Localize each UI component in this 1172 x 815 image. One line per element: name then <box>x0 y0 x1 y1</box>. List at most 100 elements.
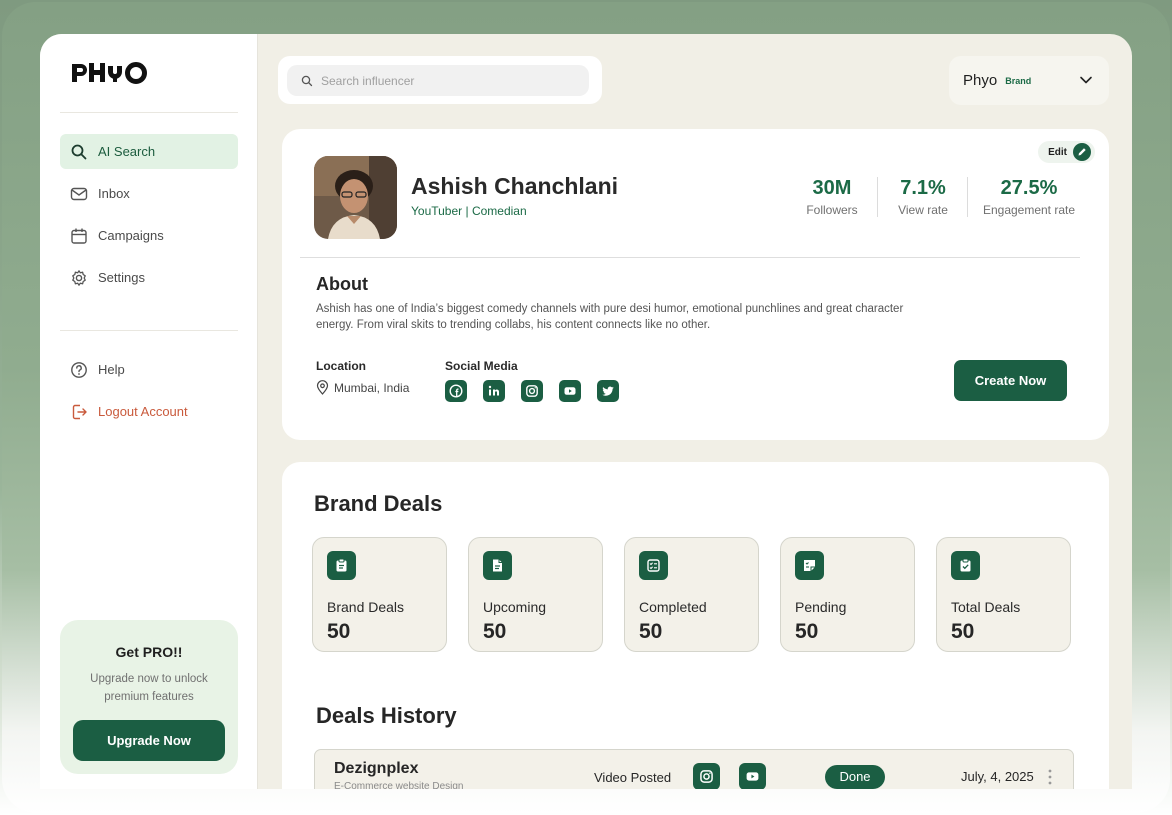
clipboard-check-icon <box>951 551 980 580</box>
instagram-icon[interactable] <box>521 380 543 402</box>
account-role: Brand <box>1005 75 1032 86</box>
chevron-down-icon <box>1080 76 1092 84</box>
about-heading: About <box>316 274 368 294</box>
sidebar: AI Search Inbox Campaigns Settings Help … <box>40 34 258 789</box>
stat-followers: 30M Followers <box>804 177 860 217</box>
help-icon <box>71 361 87 378</box>
location-pin-icon <box>316 380 329 395</box>
social-links <box>445 380 619 402</box>
logout-icon <box>72 404 87 419</box>
deal-label: Upcoming <box>483 599 547 615</box>
sidebar-item-inbox[interactable]: Inbox <box>60 176 238 211</box>
youtube-icon[interactable] <box>739 763 766 789</box>
promo-description: Upgrade now to unlock premium features <box>90 673 208 703</box>
deal-value: 50 <box>483 620 507 643</box>
account-switcher[interactable]: Phyo Brand <box>949 56 1109 105</box>
sidebar-item-settings[interactable]: Settings <box>60 260 238 295</box>
checklist-icon <box>639 551 668 580</box>
sidebar-divider-bottom <box>60 330 238 331</box>
influencer-profile-card: Edit Ashish Chanchlani YouTuber | Comedi… <box>282 129 1109 440</box>
stat-separator <box>877 177 878 217</box>
location-value-group: Mumbai, India <box>316 380 409 395</box>
stat-separator <box>967 177 968 217</box>
location-value: Mumbai, India <box>334 380 410 395</box>
sidebar-divider-top <box>60 112 238 113</box>
sidebar-item-help[interactable]: Help <box>60 352 238 387</box>
search-bar[interactable] <box>287 65 589 96</box>
edit-button[interactable]: Edit <box>1038 141 1095 163</box>
search-container <box>278 56 602 104</box>
sidebar-item-ai-search[interactable]: AI Search <box>60 134 238 169</box>
instagram-icon[interactable] <box>693 763 720 789</box>
profile-divider <box>300 257 1080 258</box>
create-now-button[interactable]: Create Now <box>954 360 1067 401</box>
deal-value: 50 <box>795 620 819 643</box>
creator-name: Ashish Chanchlani <box>411 173 619 199</box>
location-label: Location <box>316 359 366 373</box>
avatar <box>314 156 397 239</box>
stat-engagement-rate: 27.5% Engagement rate <box>980 177 1078 217</box>
sidebar-item-label: Inbox <box>98 186 130 201</box>
stat-label: Followers <box>806 203 858 217</box>
history-date: July, 4, 2025 <box>961 769 1034 784</box>
deal-label: Completed <box>639 599 707 615</box>
deal-value: 50 <box>951 620 975 643</box>
mail-icon <box>70 187 88 200</box>
upgrade-promo-card: Get PRO!! Upgrade now to unlock premium … <box>60 620 238 774</box>
table-row[interactable]: Dezignplex E-Commerce website Design Vid… <box>314 749 1074 789</box>
deals-history-heading: Deals History <box>316 703 457 728</box>
search-icon <box>301 75 313 86</box>
stat-value: 27.5% <box>1000 177 1058 199</box>
clipboard-icon <box>327 551 356 580</box>
search-icon <box>71 144 87 159</box>
history-brand: Dezignplex <box>334 760 419 777</box>
deal-tile-brand-deals[interactable]: Brand Deals 50 <box>312 537 447 652</box>
edit-label: Edit <box>1048 146 1067 158</box>
pencil-icon <box>1073 143 1091 161</box>
stat-value: 7.1% <box>900 177 946 199</box>
social-media-label: Social Media <box>445 359 518 373</box>
brand-logo <box>72 62 147 84</box>
deal-label: Pending <box>795 599 847 615</box>
stat-view-rate: 7.1% View rate <box>894 177 952 217</box>
history-subtitle: E-Commerce website Design <box>334 781 464 789</box>
sidebar-item-label: Campaigns <box>98 228 164 243</box>
search-input[interactable] <box>321 73 561 88</box>
status-badge: Done <box>825 765 885 789</box>
deal-tile-total-deals[interactable]: Total Deals 50 <box>936 537 1071 652</box>
app-window: AI Search Inbox Campaigns Settings Help … <box>40 34 1132 789</box>
deal-label: Brand Deals <box>327 599 405 615</box>
gear-icon <box>72 269 86 286</box>
twitter-icon[interactable] <box>597 380 619 402</box>
sidebar-item-label: Help <box>98 362 125 377</box>
sidebar-item-label: Settings <box>98 270 145 285</box>
more-vertical-icon[interactable] <box>1048 768 1052 786</box>
upgrade-now-button[interactable]: Upgrade Now <box>73 720 225 761</box>
about-text: Ashish has one of India’s biggest comedy… <box>316 303 904 331</box>
deal-label: Total Deals <box>951 599 1021 615</box>
promo-title: Get PRO!! <box>115 644 183 660</box>
deal-tile-completed[interactable]: Completed 50 <box>624 537 759 652</box>
creator-tagline: YouTuber | Comedian <box>411 204 527 218</box>
deal-value: 50 <box>327 620 351 643</box>
stat-label: View rate <box>898 203 948 217</box>
sidebar-item-campaigns[interactable]: Campaigns <box>60 218 238 253</box>
sidebar-item-label: Logout Account <box>98 404 188 419</box>
pending-icon <box>795 551 824 580</box>
linkedin-icon[interactable] <box>483 380 505 402</box>
brand-deals-heading: Brand Deals <box>314 491 443 516</box>
deal-tile-upcoming[interactable]: Upcoming 50 <box>468 537 603 652</box>
brand-deals-section: Brand Deals Brand Deals 50 Upcoming 50 C… <box>282 462 1109 789</box>
sidebar-item-label: AI Search <box>98 144 156 159</box>
facebook-icon[interactable] <box>445 380 467 402</box>
stat-value: 30M <box>812 177 852 199</box>
deal-tile-pending[interactable]: Pending 50 <box>780 537 915 652</box>
history-action: Video Posted <box>594 770 672 785</box>
document-icon <box>483 551 512 580</box>
sidebar-item-logout[interactable]: Logout Account <box>60 394 238 429</box>
account-name: Phyo <box>963 72 998 89</box>
stat-label: Engagement rate <box>982 203 1076 217</box>
deal-value: 50 <box>639 620 663 643</box>
calendar-icon <box>71 228 87 244</box>
youtube-icon[interactable] <box>559 380 581 402</box>
